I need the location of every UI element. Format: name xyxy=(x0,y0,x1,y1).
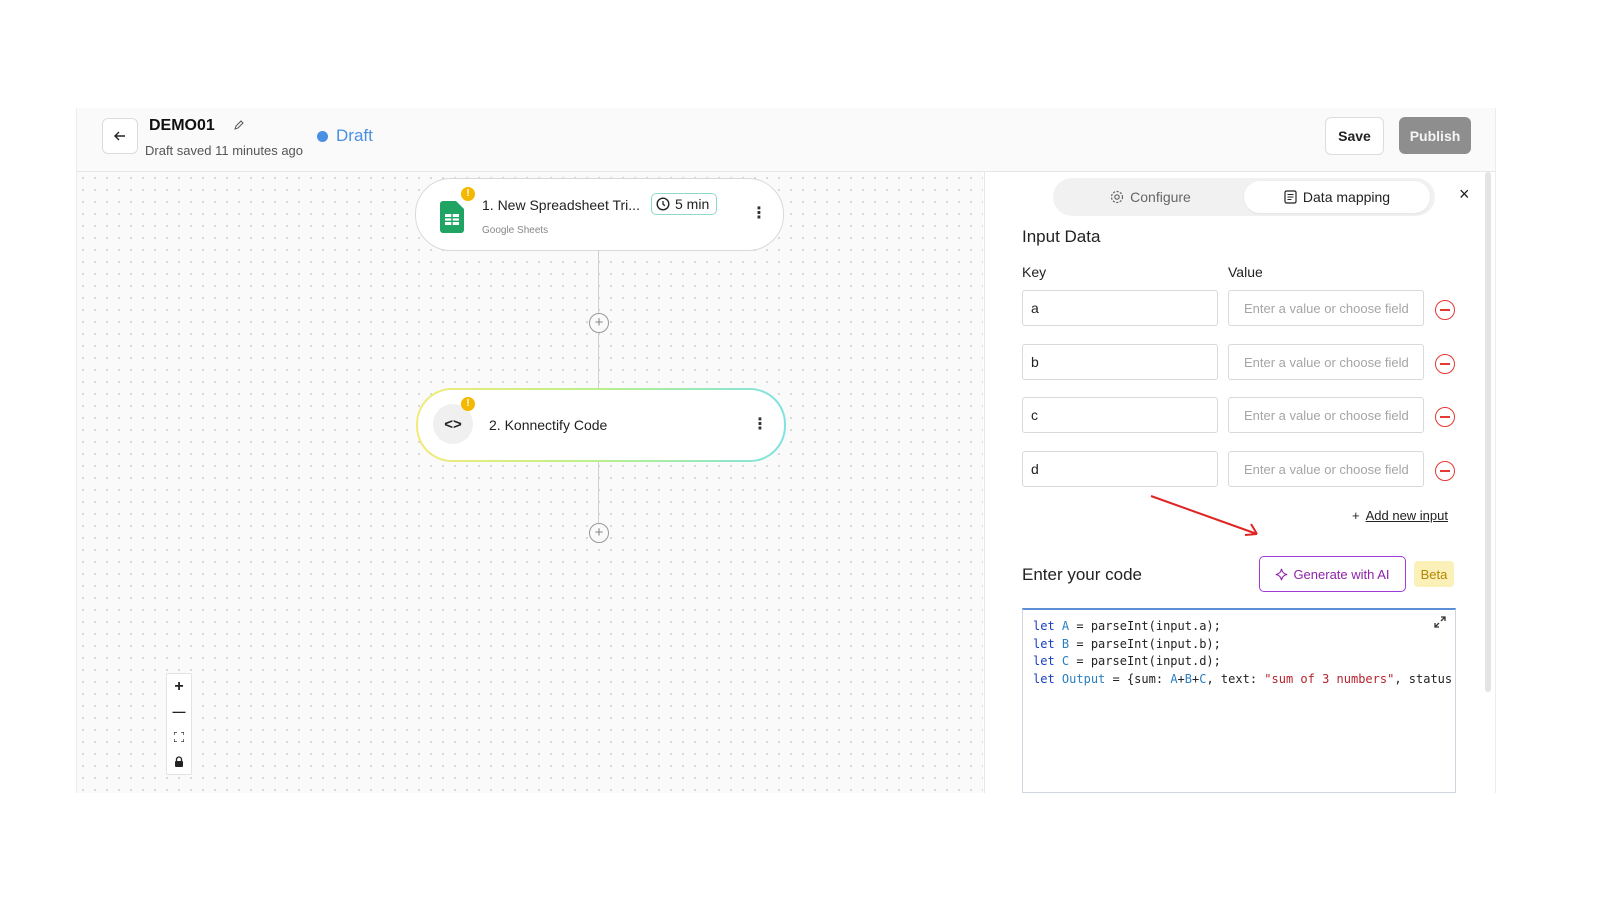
add-new-input-label: Add new input xyxy=(1365,508,1448,523)
generate-with-ai-label: Generate with AI xyxy=(1293,566,1390,582)
remove-input-button[interactable] xyxy=(1435,300,1455,320)
add-new-input-link[interactable]: + Add new input xyxy=(1352,508,1448,523)
add-step-button[interactable]: + xyxy=(589,523,609,543)
key-field[interactable]: a xyxy=(1022,290,1218,326)
plus-icon: + xyxy=(1352,508,1360,523)
generate-with-ai-button[interactable]: Generate with AI xyxy=(1259,556,1406,592)
code-line: let Output = {sum: A+B+C, text: "sum of … xyxy=(1033,672,1456,686)
publish-button[interactable]: Publish xyxy=(1399,117,1471,154)
lock-button[interactable] xyxy=(167,749,191,774)
fit-view-icon xyxy=(174,731,184,742)
zoom-controls: + — xyxy=(166,673,192,775)
tab-data-mapping[interactable]: Data mapping xyxy=(1244,181,1430,213)
clock-icon xyxy=(656,197,670,211)
status-dot xyxy=(317,130,328,142)
key-field[interactable]: b xyxy=(1022,344,1218,380)
tab-configure-label: Configure xyxy=(1130,189,1191,205)
node-menu-button[interactable]: ⋮ xyxy=(751,206,767,222)
value-field[interactable]: Enter a value or choose field xyxy=(1228,290,1424,326)
zoom-out-button[interactable]: — xyxy=(167,699,191,724)
node-title: 2. Konnectify Code xyxy=(489,417,608,433)
remove-input-button[interactable] xyxy=(1435,354,1455,374)
panel-tabs: Configure Data mapping xyxy=(1053,178,1435,216)
document-icon xyxy=(1284,190,1297,204)
polling-interval-badge: 5 min xyxy=(651,193,717,215)
expand-icon[interactable] xyxy=(1433,615,1447,629)
tab-configure[interactable]: Configure xyxy=(1063,181,1238,213)
panel-scrollbar[interactable] xyxy=(1485,172,1491,692)
key-column-header: Key xyxy=(1022,264,1047,280)
status-label: Draft xyxy=(336,126,373,145)
zoom-in-button[interactable]: + xyxy=(167,674,191,699)
input-data-heading: Input Data xyxy=(1022,227,1101,246)
value-field[interactable]: Enter a value or choose field xyxy=(1228,451,1424,487)
gear-icon xyxy=(1111,190,1124,204)
sparkle-icon xyxy=(1276,568,1288,580)
code-node[interactable]: <> ! 2. Konnectify Code ⋮ xyxy=(416,388,786,462)
node-title: 1. New Spreadsheet Tri... xyxy=(482,197,640,213)
fit-view-button[interactable] xyxy=(167,724,191,749)
warning-icon: ! xyxy=(461,397,475,411)
close-panel-button[interactable]: × xyxy=(1459,184,1470,205)
key-field[interactable]: c xyxy=(1022,397,1218,433)
save-button[interactable]: Save xyxy=(1325,117,1384,155)
top-bar: DEMO01 Draft saved 11 minutes ago Draft … xyxy=(77,108,1495,172)
lock-icon xyxy=(175,756,183,767)
code-heading: Enter your code xyxy=(1022,565,1143,584)
annotation-arrow xyxy=(1150,495,1258,536)
add-step-button[interactable]: + xyxy=(589,313,609,333)
google-sheets-icon xyxy=(440,201,464,233)
minus-icon xyxy=(1440,416,1450,418)
app-window: DEMO01 Draft saved 11 minutes ago Draft … xyxy=(76,108,1496,793)
minus-icon xyxy=(1440,309,1450,311)
connector-line xyxy=(598,461,599,523)
data-mapping-panel: Configure Data mapping × Input Data Key … xyxy=(984,172,1495,793)
code-editor[interactable]: let A = parseInt(input.a); let B = parse… xyxy=(1022,608,1456,793)
saved-status-text: Draft saved 11 minutes ago xyxy=(145,143,304,158)
minus-icon xyxy=(1440,470,1450,472)
remove-input-button[interactable] xyxy=(1435,461,1455,481)
minus-icon xyxy=(1440,363,1450,365)
connector-line xyxy=(598,250,599,314)
code-line: let B = parseInt(input.b); xyxy=(1033,637,1221,651)
remove-input-button[interactable] xyxy=(1435,407,1455,427)
warning-icon: ! xyxy=(461,187,475,201)
arrow-left-icon xyxy=(114,131,125,141)
node-app-name: Google Sheets xyxy=(482,225,549,236)
polling-interval-label: 5 min xyxy=(675,196,710,212)
beta-badge: Beta xyxy=(1414,561,1454,587)
value-column-header: Value xyxy=(1228,264,1263,280)
workflow-name: DEMO01 xyxy=(149,117,215,134)
node-menu-button[interactable]: ⋮ xyxy=(752,417,768,433)
code-line: let C = parseInt(input.d); xyxy=(1033,654,1221,668)
pencil-icon[interactable] xyxy=(233,119,245,131)
workflow-status: Draft xyxy=(317,126,373,146)
key-field[interactable]: d xyxy=(1022,451,1218,487)
connector-line xyxy=(598,334,599,388)
tab-data-mapping-label: Data mapping xyxy=(1302,189,1391,205)
trigger-node[interactable]: ! 1. New Spreadsheet Tri... Google Sheet… xyxy=(415,178,784,251)
workflow-canvas[interactable]: ! 1. New Spreadsheet Tri... Google Sheet… xyxy=(77,172,983,793)
value-field[interactable]: Enter a value or choose field xyxy=(1228,397,1424,433)
back-button[interactable] xyxy=(102,118,138,154)
value-field[interactable]: Enter a value or choose field xyxy=(1228,344,1424,380)
code-line: let A = parseInt(input.a); xyxy=(1033,619,1221,633)
